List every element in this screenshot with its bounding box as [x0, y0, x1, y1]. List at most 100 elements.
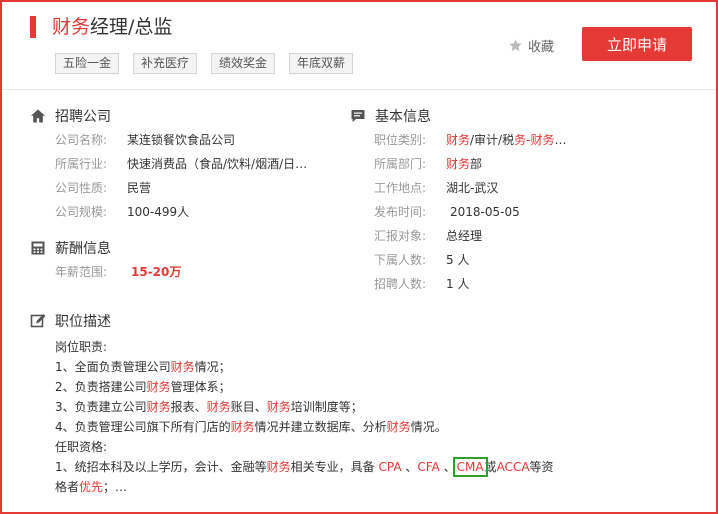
- description-text: 相关专业，具备: [290, 460, 379, 474]
- date-value: 2018-05-05: [450, 205, 520, 219]
- description-text: 情况并建立数据库、分析: [254, 420, 387, 434]
- star-icon: [509, 39, 522, 52]
- description-text: 情况；: [194, 360, 231, 374]
- subordinates-value: 5 人: [446, 253, 470, 267]
- location-label: 工作地点:: [374, 181, 427, 195]
- category-part: 务-财务: [514, 133, 555, 147]
- basic-row: 所属部门: 财务部: [374, 152, 566, 176]
- basic-row: 下属人数: 5 人: [374, 248, 566, 272]
- company-section-heading: 招聘公司: [30, 106, 111, 126]
- description-line: 2、负责搭建公司财务管理体系；: [55, 377, 555, 397]
- description-text: 等资: [529, 460, 554, 474]
- report-value: 总经理: [446, 229, 483, 243]
- department-value: 财务部: [446, 152, 482, 176]
- basic-row: 汇报对象: 总经理: [374, 224, 566, 248]
- description-line: 任职资格:: [55, 437, 555, 457]
- description-text: 2、负责搭建公司: [55, 380, 147, 394]
- keyword-highlight: 财务: [266, 400, 291, 414]
- keyword-highlight: CPA: [378, 460, 402, 474]
- description-text: 4、负责管理公司旗下所有门店的: [55, 420, 231, 434]
- location-value: 湖北-武汉: [446, 181, 499, 195]
- apply-button[interactable]: 立即申请: [582, 27, 692, 61]
- company-heading-label: 招聘公司: [55, 109, 111, 125]
- description-line: 1、统招本科及以上学历，会计、金融等财务相关专业，具备 CPA 、CFA 、CM…: [55, 457, 555, 477]
- description-text: 1、全面负责管理公司: [55, 360, 171, 374]
- benefit-tag: 年底双薪: [289, 53, 354, 74]
- basic-heading-label: 基本信息: [375, 109, 431, 125]
- keyword-highlight: ACCA: [496, 460, 530, 474]
- company-size-label: 公司规模:: [55, 205, 108, 219]
- category-part: /审计/税: [470, 133, 515, 147]
- job-title: 财务经理/总监: [52, 15, 172, 39]
- basic-row: 招聘人数: 1 人: [374, 272, 566, 296]
- edit-icon: [30, 314, 46, 328]
- description-text: 格者: [55, 480, 80, 494]
- category-value: 财务/审计/税务-财务…: [446, 128, 566, 152]
- company-info: 公司名称: 某连锁餐饮食品公司 所属行业: 快速消费品（食品/饮料/烟酒/日… 公司…: [55, 128, 307, 224]
- header-divider: [2, 89, 716, 90]
- benefit-tag: 补充医疗: [133, 53, 198, 74]
- department-label: 所属部门:: [374, 157, 427, 171]
- title-accent-bar: [30, 16, 36, 38]
- description-body: 岗位职责: 1、全面负责管理公司财务情况； 2、负责搭建公司财务管理体系； 3、负责建…: [55, 337, 555, 497]
- description-text: 岗位职责:: [55, 340, 108, 354]
- highlight-box-term: CMA: [452, 457, 488, 477]
- salary-range-value: 15-20万: [131, 265, 182, 279]
- basic-info: 职位类别: 财务/审计/税务-财务… 所属部门: 财务部 工作地点: 湖北-武汉 …: [374, 128, 566, 296]
- keyword-highlight: CFA: [417, 460, 440, 474]
- salary-section-heading: 薪酬信息: [30, 238, 111, 258]
- basic-row: 发布时间: 2018-05-05: [374, 200, 566, 224]
- favorite-label: 收藏: [528, 40, 555, 55]
- basic-row: 工作地点: 湖北-武汉: [374, 176, 566, 200]
- description-section-heading: 职位描述: [30, 311, 111, 331]
- description-text: 培训制度等；: [290, 400, 363, 414]
- description-line: 4、负责管理公司旗下所有门店的财务情况并建立数据库、分析财务情况。: [55, 417, 555, 437]
- company-row: 公司性质: 民营: [55, 176, 307, 200]
- description-text: 、: [439, 460, 456, 474]
- keyword-highlight: 财务: [206, 400, 231, 414]
- industry-value: 快速消费品（食品/饮料/烟酒/日…: [127, 157, 308, 171]
- description-text: 或: [484, 460, 497, 474]
- category-label: 职位类别:: [374, 133, 427, 147]
- keyword-highlight: 财务: [146, 380, 171, 394]
- description-text: 3、负责建立公司: [55, 400, 147, 414]
- report-label: 汇报对象:: [374, 229, 427, 243]
- subordinates-label: 下属人数:: [374, 253, 427, 267]
- benefit-tag: 绩效奖金: [211, 53, 276, 74]
- department-highlight: 财务: [446, 157, 471, 171]
- company-type-value: 民营: [127, 181, 152, 195]
- salary-range-label: 年薪范围:: [55, 265, 108, 279]
- keyword-highlight: 财务: [386, 420, 411, 434]
- category-part: …: [554, 133, 567, 147]
- keyword-highlight: 财务: [146, 400, 171, 414]
- home-icon: [31, 109, 45, 123]
- description-text: 报表、: [170, 400, 207, 414]
- calculator-icon: [31, 241, 45, 255]
- company-row: 所属行业: 快速消费品（食品/饮料/烟酒/日…: [55, 152, 307, 176]
- description-text: 管理体系；: [170, 380, 231, 394]
- description-line: 3、负责建立公司财务报表、财务账目、财务培训制度等；: [55, 397, 555, 417]
- keyword-highlight: 财务: [230, 420, 255, 434]
- description-line: 1、全面负责管理公司财务情况；: [55, 357, 555, 377]
- salary-info: 年薪范围: 15-20万: [55, 260, 181, 284]
- category-part: 财务: [446, 133, 471, 147]
- favorite-button[interactable]: 收藏: [508, 36, 554, 55]
- company-name-label: 公司名称:: [55, 133, 108, 147]
- company-name-value: 某连锁餐饮食品公司: [127, 133, 236, 147]
- description-text: 1、统招本科及以上学历，会计、金融等: [55, 460, 267, 474]
- job-title-highlight: 财务: [52, 16, 91, 38]
- description-heading-label: 职位描述: [55, 314, 111, 330]
- message-icon: [351, 110, 365, 122]
- company-type-label: 公司性质:: [55, 181, 108, 195]
- description-text: ；…: [103, 480, 128, 494]
- department-rest: 部: [470, 157, 483, 171]
- keyword-highlight: 财务: [170, 360, 195, 374]
- keyword-highlight: 财务: [266, 460, 291, 474]
- description-text: 情况。: [410, 420, 447, 434]
- benefit-tags: 五险一金 补充医疗 绩效奖金 年底双薪: [55, 53, 367, 74]
- company-row: 公司名称: 某连锁餐饮食品公司: [55, 128, 307, 152]
- job-title-rest: 经理/总监: [90, 16, 173, 38]
- basic-row: 职位类别: 财务/审计/税务-财务…: [374, 128, 566, 152]
- hires-label: 招聘人数:: [374, 277, 427, 291]
- description-line: 格者优先；…: [55, 477, 555, 497]
